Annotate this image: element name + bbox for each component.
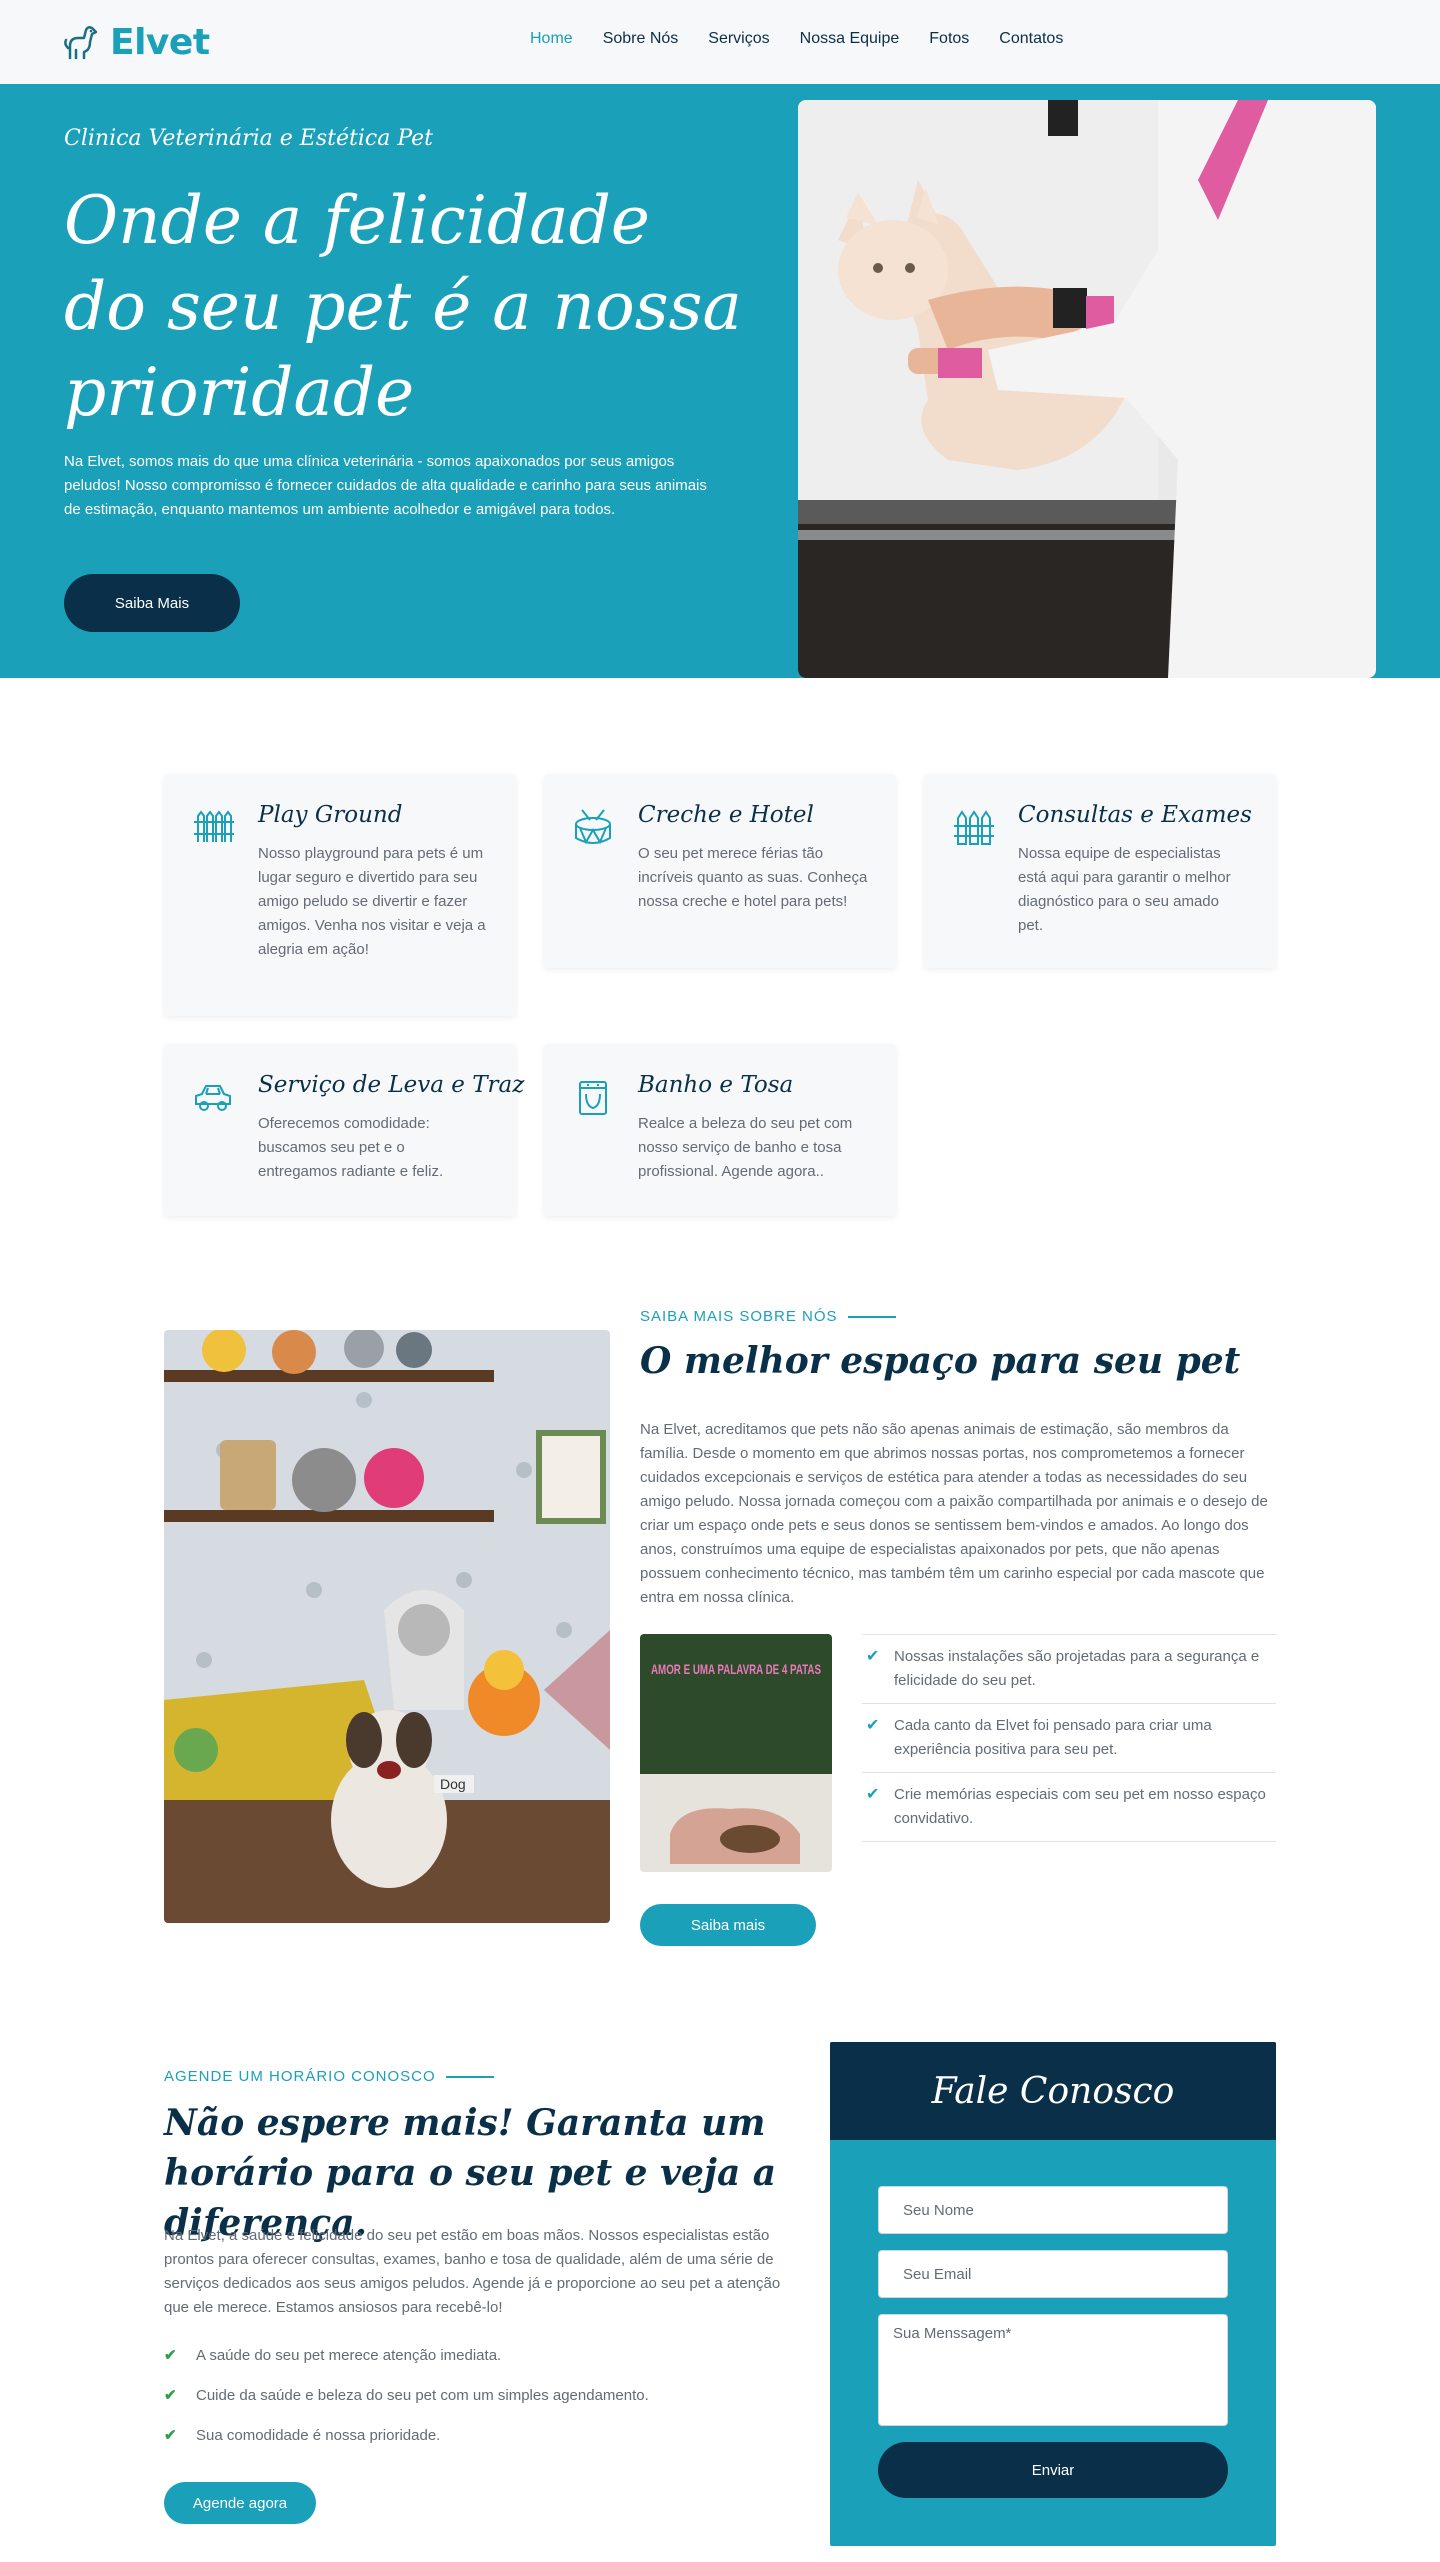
email-field[interactable] xyxy=(878,2250,1228,2298)
list-item: ✔ Cuide da saúde e beleza do seu pet com… xyxy=(164,2384,649,2408)
service-text: Nosso playground para pets é um lugar se… xyxy=(258,845,486,958)
list-item: ✔ Cada canto da Elvet foi pensado para c… xyxy=(862,1704,1276,1773)
service-text: Oferecemos comodidade: buscamos seu pet … xyxy=(258,1115,444,1180)
fence-icon xyxy=(194,810,234,842)
schedule-checklist: ✔ A saúde do seu pet merece atenção imed… xyxy=(164,2344,649,2464)
message-field[interactable] xyxy=(878,2314,1228,2426)
check-text: Cuide da saúde e beleza do seu pet com u… xyxy=(196,2387,649,2404)
service-title: Play Ground xyxy=(258,802,403,828)
nav-contatos[interactable]: Contatos xyxy=(999,30,1063,48)
about-title: O melhor espaço para seu pet xyxy=(640,1340,1241,1382)
eyebrow-line xyxy=(847,1315,896,1318)
amor-sign-text: AMOR E UMA PALAVRA DE 4 PATAS xyxy=(651,1661,821,1677)
check-icon: ✔ xyxy=(164,2387,177,2404)
top-navbar: Elvet Home Sobre Nós Serviços Nossa Equi… xyxy=(0,0,1440,84)
dog-bowl-label: Dog xyxy=(440,1776,466,1792)
about-text: Na Elvet, acreditamos que pets não são a… xyxy=(640,1421,1268,1606)
nav-sobre-nos[interactable]: Sobre Nós xyxy=(603,30,679,48)
nav-nossa-equipe[interactable]: Nossa Equipe xyxy=(800,30,900,48)
list-item: ✔ Nossas instalações são projetadas para… xyxy=(862,1634,1276,1704)
check-text: Crie memórias especiais com seu pet em n… xyxy=(894,1786,1266,1827)
service-card-play-ground[interactable]: Play Ground Nosso playground para pets é… xyxy=(164,774,516,1016)
eyebrow-line xyxy=(445,2075,494,2078)
check-text: Cada canto da Elvet foi pensado para cri… xyxy=(894,1717,1212,1758)
check-text: Sua comodidade é nossa prioridade. xyxy=(196,2427,441,2444)
service-text: Nossa equipe de especialistas está aqui … xyxy=(1018,845,1231,934)
nav-fotos[interactable]: Fotos xyxy=(929,30,969,48)
dog-logo-icon xyxy=(64,26,98,60)
check-icon: ✔ xyxy=(164,2347,177,2364)
service-card-consultas-exames[interactable]: Consultas e Exames Nossa equipe de espec… xyxy=(924,774,1276,968)
contact-form: Fale Conosco Enviar xyxy=(830,2042,1276,2546)
send-button[interactable]: Enviar xyxy=(878,2442,1228,2498)
logo[interactable]: Elvet xyxy=(62,18,210,66)
car-icon xyxy=(195,1085,231,1111)
nav-home[interactable]: Home xyxy=(530,30,573,48)
service-title: Creche e Hotel xyxy=(638,802,814,828)
about-eyebrow-text: SAIBA MAIS SOBRE NÓS xyxy=(640,1308,838,1325)
service-title: Consultas e Exames xyxy=(1018,802,1252,828)
schedule-eyebrow: AGENDE UM HORÁRIO CONOSCO xyxy=(164,2068,494,2085)
list-item: ✔ Crie memórias especiais com seu pet em… xyxy=(862,1773,1276,1842)
hero-text: Na Elvet, somos mais do que uma clínica … xyxy=(64,453,707,518)
contact-title: Fale Conosco xyxy=(830,2042,1276,2140)
hero-vet-cat-photo xyxy=(798,100,1376,678)
service-card-creche-hotel[interactable]: Creche e Hotel O seu pet merece férias t… xyxy=(544,774,896,968)
schedule-text: Na Elvet, a saúde e felicidade do seu pe… xyxy=(164,2227,781,2316)
service-text: Realce a beleza do seu pet com nosso ser… xyxy=(638,1115,853,1180)
service-card-banho-tosa[interactable]: Banho e Tosa Realce a beleza do seu pet … xyxy=(544,1044,896,1216)
service-title: Serviço de Leva e Traz xyxy=(258,1072,525,1098)
nav-servicos[interactable]: Serviços xyxy=(708,30,769,48)
service-card-leva-traz[interactable]: Serviço de Leva e Traz Oferecemos comodi… xyxy=(164,1044,524,1216)
name-field[interactable] xyxy=(878,2186,1228,2234)
main-menu: Home Sobre Nós Serviços Nossa Equipe Fot… xyxy=(530,30,1093,48)
check-icon: ✔ xyxy=(866,1786,880,1803)
service-title: Banho e Tosa xyxy=(638,1072,794,1098)
list-item: ✔ A saúde do seu pet merece atenção imed… xyxy=(164,2344,649,2368)
check-icon: ✔ xyxy=(866,1648,880,1665)
hero-title: Onde a felicidade do seu pet é a nossa p… xyxy=(64,182,742,431)
check-icon: ✔ xyxy=(866,1717,880,1734)
check-icon: ✔ xyxy=(164,2427,177,2444)
check-text: A saúde do seu pet merece atenção imedia… xyxy=(196,2347,502,2364)
about-eyebrow: SAIBA MAIS SOBRE NÓS xyxy=(640,1308,896,1325)
logo-text: Elvet xyxy=(110,21,210,63)
agende-agora-button[interactable]: Agende agora xyxy=(164,2482,316,2524)
drum-icon xyxy=(575,809,611,845)
service-text: O seu pet merece férias tão incríveis qu… xyxy=(638,845,868,910)
bath-icon xyxy=(579,1081,607,1115)
hero-saiba-mais-button[interactable]: Saiba Mais xyxy=(64,574,240,632)
hero-subtitle: Clinica Veterinária e Estética Pet xyxy=(64,126,433,151)
list-item: ✔ Sua comodidade é nossa prioridade. xyxy=(164,2424,649,2448)
about-checklist: ✔ Nossas instalações são projetadas para… xyxy=(862,1634,1276,1842)
about-saiba-mais-button[interactable]: Saiba mais xyxy=(640,1904,816,1946)
fence-gate-icon xyxy=(954,810,994,845)
pet-playroom-photo: Dog xyxy=(164,1330,610,1923)
schedule-eyebrow-text: AGENDE UM HORÁRIO CONOSCO xyxy=(164,2068,436,2085)
amor-patas-photo: AMOR E UMA PALAVRA DE 4 PATAS xyxy=(640,1634,832,1872)
check-text: Nossas instalações são projetadas para a… xyxy=(894,1648,1260,1689)
